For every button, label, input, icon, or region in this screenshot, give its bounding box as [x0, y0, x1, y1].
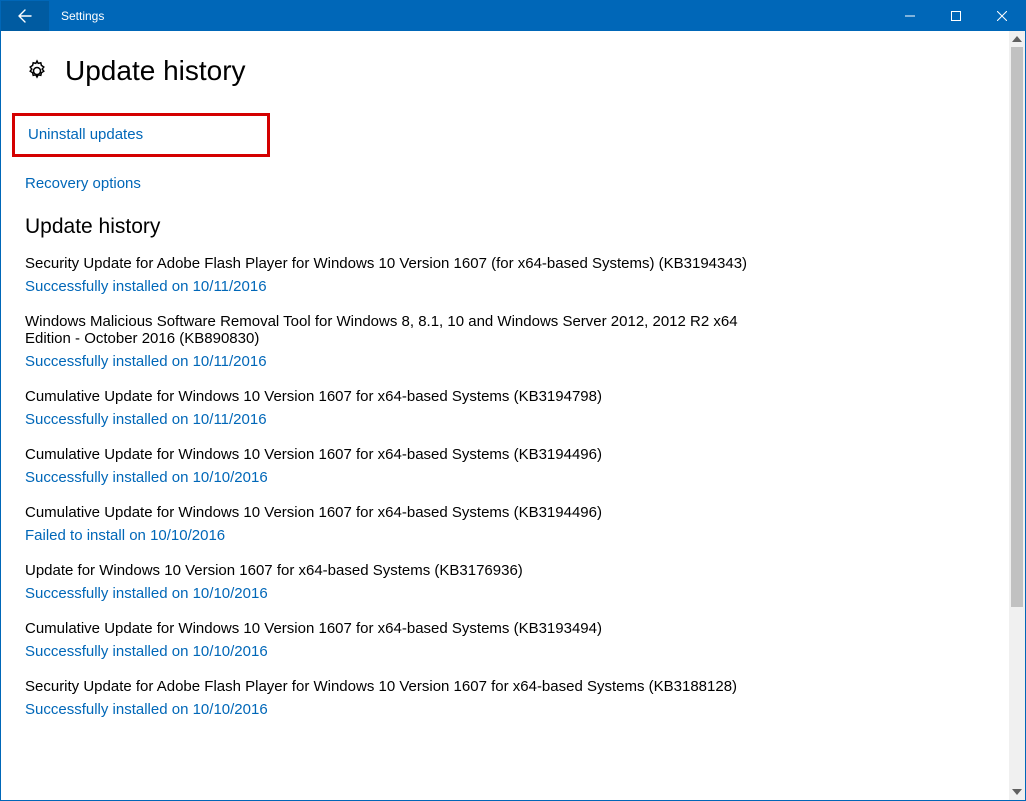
chevron-down-icon — [1012, 789, 1022, 795]
vertical-scrollbar[interactable] — [1009, 31, 1025, 800]
update-title: Security Update for Adobe Flash Player f… — [25, 255, 765, 272]
section-title: Update history — [25, 215, 997, 239]
uninstall-updates-link[interactable]: Uninstall updates — [28, 126, 143, 143]
back-arrow-icon — [17, 8, 33, 24]
recovery-options-link[interactable]: Recovery options — [25, 175, 141, 192]
updates-list: Security Update for Adobe Flash Player f… — [25, 255, 997, 718]
update-status-link[interactable]: Successfully installed on 10/11/2016 — [25, 411, 997, 428]
content-area: Update history Uninstall updates Recover… — [1, 31, 1009, 800]
page-title: Update history — [65, 55, 246, 87]
update-title: Cumulative Update for Windows 10 Version… — [25, 504, 765, 521]
update-item: Cumulative Update for Windows 10 Version… — [25, 446, 997, 486]
scroll-up-button[interactable] — [1009, 31, 1025, 47]
update-status-link[interactable]: Failed to install on 10/10/2016 — [25, 527, 997, 544]
scroll-thumb[interactable] — [1011, 47, 1023, 607]
window-controls — [887, 1, 1025, 31]
update-item: Security Update for Adobe Flash Player f… — [25, 255, 997, 295]
update-title: Update for Windows 10 Version 1607 for x… — [25, 562, 765, 579]
close-icon — [997, 11, 1007, 21]
update-title: Windows Malicious Software Removal Tool … — [25, 313, 765, 347]
update-item: Cumulative Update for Windows 10 Version… — [25, 620, 997, 660]
update-status-link[interactable]: Successfully installed on 10/10/2016 — [25, 469, 997, 486]
titlebar: Settings — [1, 1, 1025, 31]
update-title: Cumulative Update for Windows 10 Version… — [25, 388, 765, 405]
uninstall-updates-highlight: Uninstall updates — [12, 113, 270, 157]
update-title: Security Update for Adobe Flash Player f… — [25, 678, 765, 695]
gear-icon — [25, 59, 49, 83]
update-item: Cumulative Update for Windows 10 Version… — [25, 388, 997, 428]
scroll-down-button[interactable] — [1009, 784, 1025, 800]
update-item: Update for Windows 10 Version 1607 for x… — [25, 562, 997, 602]
close-button[interactable] — [979, 1, 1025, 31]
update-status-link[interactable]: Successfully installed on 10/11/2016 — [25, 278, 997, 295]
maximize-icon — [951, 11, 961, 21]
update-title: Cumulative Update for Windows 10 Version… — [25, 446, 765, 463]
update-title: Cumulative Update for Windows 10 Version… — [25, 620, 765, 637]
chevron-up-icon — [1012, 36, 1022, 42]
minimize-icon — [905, 11, 915, 21]
update-item: Security Update for Adobe Flash Player f… — [25, 678, 997, 718]
update-status-link[interactable]: Successfully installed on 10/10/2016 — [25, 643, 997, 660]
app-title: Settings — [61, 9, 887, 23]
back-button[interactable] — [1, 1, 49, 31]
minimize-button[interactable] — [887, 1, 933, 31]
update-status-link[interactable]: Successfully installed on 10/10/2016 — [25, 701, 997, 718]
update-status-link[interactable]: Successfully installed on 10/11/2016 — [25, 353, 997, 370]
update-item: Windows Malicious Software Removal Tool … — [25, 313, 997, 370]
update-item: Cumulative Update for Windows 10 Version… — [25, 504, 997, 544]
maximize-button[interactable] — [933, 1, 979, 31]
page-header: Update history — [25, 55, 997, 87]
content-wrap: Update history Uninstall updates Recover… — [1, 31, 1025, 800]
settings-window: Settings Update history Uninstall update… — [0, 0, 1026, 801]
update-status-link[interactable]: Successfully installed on 10/10/2016 — [25, 585, 997, 602]
